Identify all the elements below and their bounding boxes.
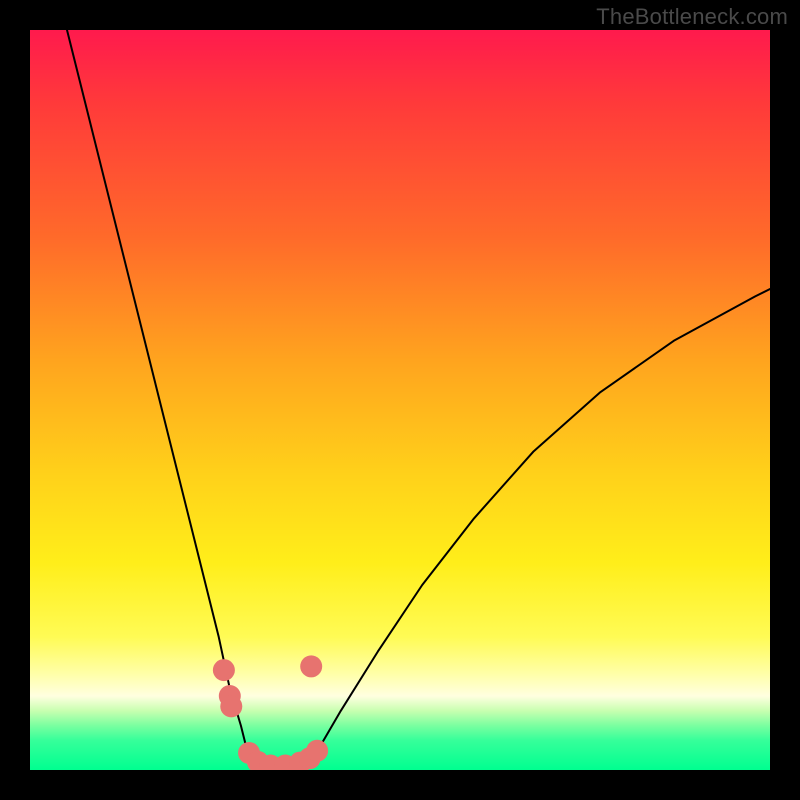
bottleneck-curve — [67, 30, 770, 768]
highlight-markers — [213, 655, 328, 770]
marker-dot — [220, 695, 242, 717]
watermark-text: TheBottleneck.com — [596, 4, 788, 30]
marker-dot — [300, 655, 322, 677]
chart-svg — [30, 30, 770, 770]
chart-frame: TheBottleneck.com — [0, 0, 800, 800]
curve-path — [67, 30, 770, 768]
plot-area — [30, 30, 770, 770]
marker-dot — [213, 659, 235, 681]
marker-dot — [306, 740, 328, 762]
